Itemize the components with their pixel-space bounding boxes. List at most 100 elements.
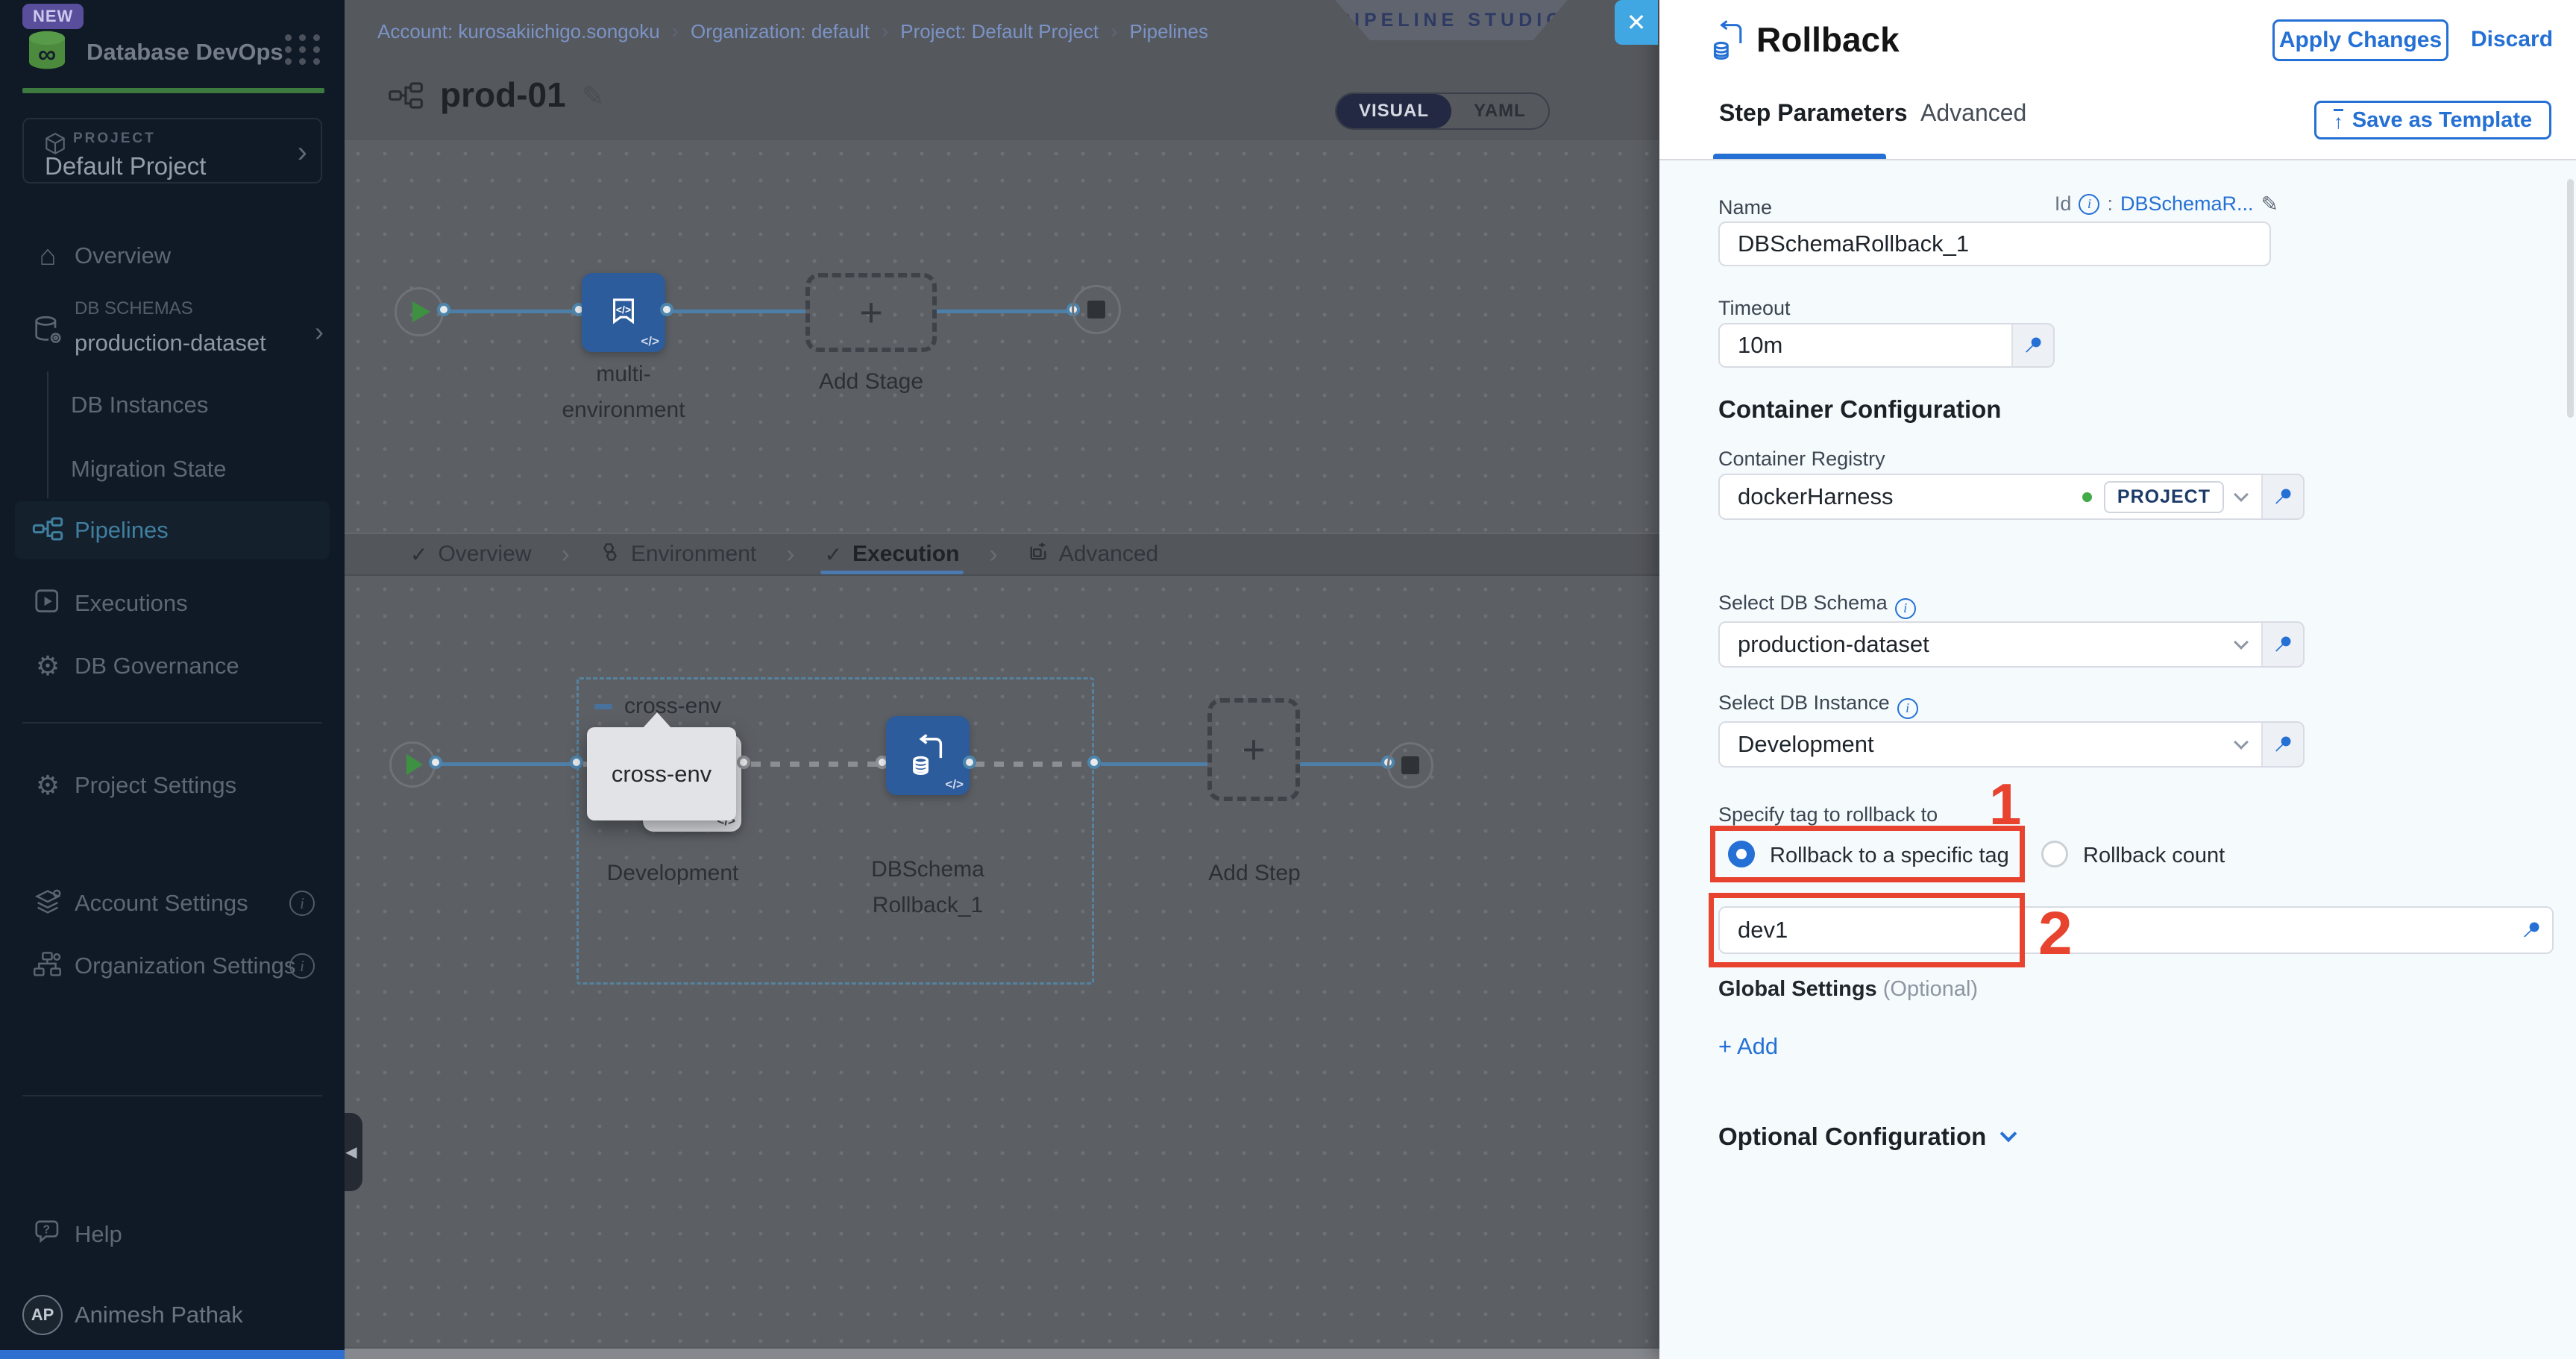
scope-badge: PROJECT (2104, 481, 2224, 513)
stage-node-multi-environment[interactable]: </> </> (582, 273, 665, 352)
tab-execution[interactable]: ✓ Execution (825, 534, 960, 574)
chevron-right-icon: › (882, 19, 888, 43)
sidebar-item-help[interactable]: ? Help (0, 1211, 345, 1258)
breadcrumb-account[interactable]: Account: kurosakiichigo.songoku (377, 20, 660, 43)
runtime-input-toggle[interactable] (2011, 324, 2053, 366)
stop-icon (1087, 301, 1105, 318)
add-step-button[interactable]: + (1207, 698, 1300, 801)
chevron-down-icon[interactable] (2234, 735, 2249, 750)
info-icon[interactable]: i (2079, 194, 2099, 215)
cross-env-tooltip: cross-env (587, 727, 736, 820)
info-icon[interactable]: i (1897, 698, 1918, 719)
app-grid-icon[interactable] (285, 34, 322, 65)
edit-pencil-icon[interactable]: ✎ (582, 81, 604, 112)
toggle-visual[interactable]: VISUAL (1336, 94, 1451, 128)
chevron-down-icon[interactable] (2234, 487, 2249, 502)
plus-icon: + (859, 289, 883, 336)
sidebar-item-db-instances[interactable]: DB Instances (0, 382, 345, 428)
tab-advanced[interactable]: Advanced (1920, 99, 2026, 127)
connector (1300, 762, 1389, 766)
tab-environment[interactable]: Environment (600, 534, 756, 574)
sidebar-user[interactable]: AP Animesh Pathak (0, 1292, 345, 1338)
radio-rollback-specific-tag[interactable] (1728, 841, 1755, 867)
collapse-minus-icon[interactable] (594, 704, 612, 709)
sidebar-item-db-governance[interactable]: ⚙ DB Governance (0, 643, 345, 689)
step2-label[interactable]: DBSchemaRollback_1 (864, 852, 991, 923)
drawer-scrollbar[interactable] (2567, 179, 2574, 418)
sidebar-bottom-bar (0, 1350, 345, 1359)
project-selector[interactable]: PROJECT Default Project › (22, 118, 322, 183)
sidebar-item-executions[interactable]: Executions (0, 580, 345, 627)
optional-configuration-toggle[interactable]: Optional Configuration (1718, 1123, 2014, 1151)
svg-text:?: ? (43, 1223, 50, 1236)
tab-overview[interactable]: ✓ Overview (410, 534, 532, 574)
pipeline-canvas: Account: kurosakiichigo.songoku › Organi… (345, 0, 1659, 1359)
toggle-yaml[interactable]: YAML (1451, 94, 1548, 128)
pipeline-studio-screen: NEW ∞ Database DevOps PROJECT Default Pr… (0, 0, 2576, 1359)
runtime-input-toggle[interactable] (2261, 623, 2303, 666)
gear-icon: ⚙ (31, 770, 64, 801)
connector-port (737, 756, 750, 769)
pipeline-icon (388, 81, 424, 114)
project-name: Default Project (45, 152, 206, 181)
sidebar-item-pipelines[interactable]: Pipelines (15, 501, 330, 559)
advanced-icon (1028, 542, 1049, 568)
db-instance-select[interactable]: Development (1720, 723, 2261, 766)
sidebar-item-organization-settings[interactable]: Organization Settings i (0, 943, 345, 989)
breadcrumb-pipelines[interactable]: Pipelines (1129, 20, 1208, 43)
discard-button[interactable]: Discard (2471, 27, 2553, 52)
breadcrumb-organization[interactable]: Organization: default (691, 20, 870, 43)
tab-advanced[interactable]: Advanced (1028, 534, 1158, 574)
sidebar-item-migration-state[interactable]: Migration State (0, 446, 345, 492)
pipeline-title-row: prod-01 ✎ VISUAL YAML (345, 60, 1659, 140)
chevron-down-icon[interactable] (2234, 635, 2249, 650)
execution-end-node[interactable] (1387, 742, 1433, 788)
db-instance-field: Development (1718, 721, 2305, 768)
chevron-right-icon: › (1110, 19, 1117, 43)
upload-icon: ↑ (2334, 109, 2343, 131)
radio-rollback-count[interactable] (2041, 841, 2068, 867)
sidebar-item-account-settings[interactable]: Account Settings i (0, 880, 345, 926)
add-stage-button[interactable]: + (805, 273, 937, 352)
sidebar-item-project-settings[interactable]: ⚙ Project Settings (0, 762, 345, 809)
edit-pencil-icon[interactable]: ✎ (2261, 192, 2278, 216)
radio-label-specific-tag[interactable]: Rollback to a specific tag (1770, 844, 2009, 868)
stage-label[interactable]: multi-environment (541, 357, 706, 428)
db-schema-select[interactable]: production-dataset (1720, 623, 2261, 666)
tab-step-parameters[interactable]: Step Parameters (1719, 99, 1908, 127)
radio-label-rollback-count[interactable]: Rollback count (2083, 844, 2225, 868)
container-registry-label: Container Registry (1718, 448, 1885, 471)
pipeline-end-node[interactable] (1072, 285, 1121, 334)
stage-canvas[interactable]: </> </> multi-environment + Add Stage (345, 140, 1659, 533)
name-label: Name (1718, 196, 1772, 219)
breadcrumb-project[interactable]: Project: Default Project (900, 20, 1099, 43)
timeout-input[interactable]: 10m (1720, 324, 2011, 366)
container-registry-select[interactable]: dockerHarness PROJECT (1720, 475, 2261, 518)
drawer-tabs: Step Parameters Advanced ↑ Save as Templ… (1659, 78, 2576, 160)
canvas-horizontal-scrollbar[interactable] (345, 1349, 1659, 1359)
org-gear-icon (31, 950, 64, 982)
info-icon[interactable]: i (1895, 598, 1916, 619)
step-id-value: DBSchemaR... (2120, 192, 2254, 216)
step-node-dbschemarollback[interactable]: </> (886, 716, 970, 795)
database-devops-logo-icon[interactable]: ∞ (22, 27, 72, 78)
name-input[interactable] (1718, 222, 2271, 266)
runtime-input-toggle[interactable] (2510, 908, 2552, 952)
sidebar-item-db-schemas[interactable]: DB SCHEMAS production-dataset › (0, 309, 345, 355)
pipeline-start-node[interactable] (395, 287, 444, 336)
dotted-connector (751, 762, 882, 767)
add-global-setting-link[interactable]: + Add (1718, 1033, 1778, 1060)
execution-canvas[interactable]: cross-env </> cross-env Development (345, 576, 1659, 1347)
svg-text:∞: ∞ (38, 40, 56, 69)
brand-accent-bar (22, 88, 324, 93)
sidebar-item-overview[interactable]: ⌂ Overview (0, 233, 345, 279)
runtime-input-toggle[interactable] (2261, 723, 2303, 766)
close-drawer-button[interactable]: ✕ (1615, 0, 1658, 45)
save-as-template-button[interactable]: ↑ Save as Template (2314, 101, 2551, 139)
apply-changes-button[interactable]: Apply Changes (2272, 19, 2448, 61)
pin-icon (2272, 486, 2293, 507)
runtime-input-toggle[interactable] (2261, 475, 2303, 518)
step1-label[interactable]: Development (591, 856, 755, 891)
play-icon (412, 301, 430, 322)
drawer-header: Rollback Apply Changes Discard (1659, 0, 2576, 78)
